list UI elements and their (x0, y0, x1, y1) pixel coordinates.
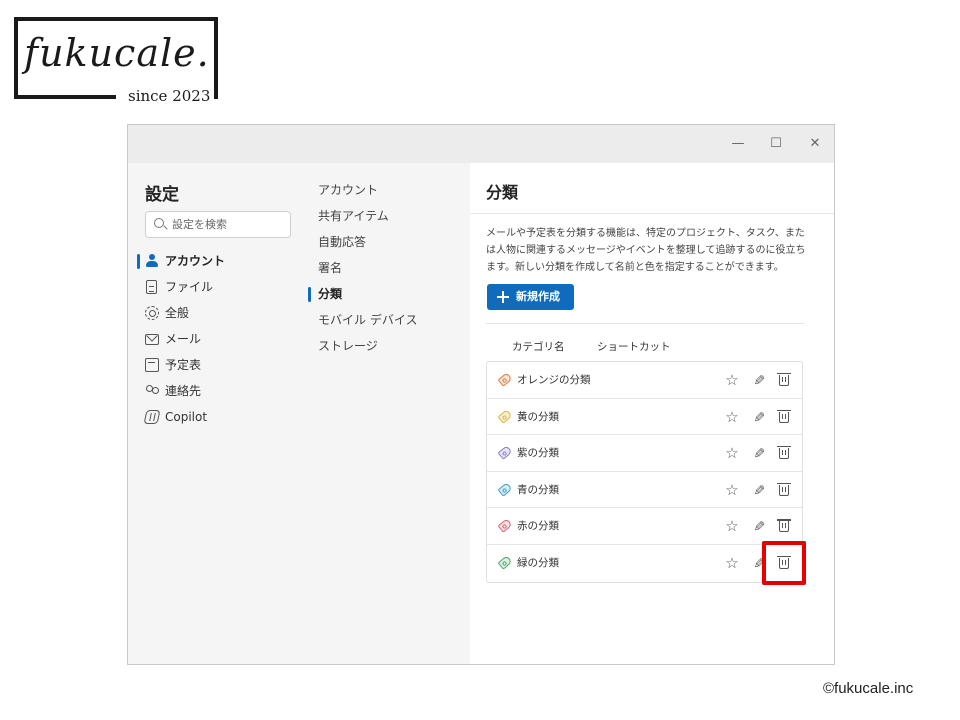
new-category-label: 新規作成 (516, 290, 560, 303)
subnav-item-auto-reply[interactable]: 自動応答 (308, 229, 468, 255)
person-icon (145, 254, 159, 268)
category-row: 黄の分類 ☆ ✎ (487, 399, 802, 436)
categories-pane: 分類 メールや予定表を分類する機能は、特定のプロジェクト、タスク、または人物に関… (470, 163, 834, 664)
subnav-item-shared[interactable]: 共有アイテム (308, 203, 468, 229)
account-subnav: アカウント 共有アイテム 自動応答 署名 分類 モバイル デバイス ストレージ (308, 177, 468, 359)
nav-item-label: 全般 (165, 306, 190, 320)
delete-icon[interactable] (776, 372, 792, 388)
category-row: 紫の分類 ☆ ✎ (487, 435, 802, 472)
search-input[interactable] (172, 212, 288, 237)
subnav-item-categories[interactable]: 分類 (308, 281, 468, 307)
nav-item-label: 予定表 (165, 358, 202, 372)
star-icon[interactable]: ☆ (724, 482, 740, 498)
category-list: オレンジの分類 ☆ ✎ 黄の分類 ☆ ✎ 紫の分類 ☆ ✎ 青の分類 ☆ ✎ 赤… (486, 361, 803, 583)
edit-icon[interactable]: ✎ (750, 518, 766, 534)
category-row: 緑の分類 ☆ ✎ (487, 545, 802, 582)
category-label: 黄の分類 (517, 410, 559, 423)
mail-icon (145, 334, 159, 345)
nav-item-label: ファイル (165, 280, 214, 294)
settings-nav: アカウント ファイル 全般 メール 予定表 連絡先 Copilot (128, 248, 298, 430)
column-header-name: カテゴリ名 (512, 341, 565, 353)
subnav-item-signature[interactable]: 署名 (308, 255, 468, 281)
tag-icon (497, 445, 513, 460)
delete-highlight-box (762, 541, 806, 585)
calendar-icon (145, 358, 159, 372)
category-row: オレンジの分類 ☆ ✎ (487, 362, 802, 399)
nav-item-account[interactable]: アカウント (128, 248, 298, 274)
nav-item-label: Copilot (165, 410, 208, 424)
star-icon[interactable]: ☆ (724, 555, 740, 571)
delete-icon[interactable] (776, 409, 792, 425)
category-row: 青の分類 ☆ ✎ (487, 472, 802, 509)
pane-description: メールや予定表を分類する機能は、特定のプロジェクト、タスク、または人物に関連する… (486, 228, 806, 273)
file-icon (146, 280, 157, 294)
star-icon[interactable]: ☆ (724, 518, 740, 534)
logo-script-text: fukucale. (24, 31, 210, 75)
nav-item-copilot[interactable]: Copilot (128, 404, 298, 430)
divider (486, 323, 804, 324)
people-icon (145, 384, 159, 398)
logo-since-text: since 2023 (124, 87, 215, 105)
edit-icon[interactable]: ✎ (750, 409, 766, 425)
star-icon[interactable]: ☆ (724, 372, 740, 388)
trash-shape (777, 446, 791, 460)
edit-icon[interactable]: ✎ (750, 372, 766, 388)
subnav-item-account[interactable]: アカウント (308, 177, 468, 203)
nav-item-label: メール (165, 332, 202, 346)
settings-window: — ☐ ✕ 設定 アカウント ファイル 全般 メール 予定表 連 (127, 124, 835, 665)
delete-icon[interactable] (776, 445, 792, 461)
trash-shape (777, 482, 791, 496)
nav-item-contacts[interactable]: 連絡先 (128, 378, 298, 404)
gear-icon (145, 306, 159, 320)
delete-icon[interactable] (776, 482, 792, 498)
category-label: 紫の分類 (517, 447, 559, 460)
trash-shape (777, 409, 791, 423)
maximize-button[interactable]: ☐ (766, 135, 786, 153)
star-icon[interactable]: ☆ (724, 445, 740, 461)
nav-item-files[interactable]: ファイル (128, 274, 298, 300)
category-label: 青の分類 (517, 483, 559, 496)
nav-item-label: アカウント (165, 254, 226, 268)
close-button[interactable]: ✕ (805, 135, 825, 153)
tag-icon (497, 408, 513, 424)
category-label: 緑の分類 (517, 556, 559, 569)
trash-shape (777, 519, 791, 533)
tag-icon (497, 555, 513, 570)
column-header-shortcut: ショートカット (597, 341, 671, 353)
nav-item-general[interactable]: 全般 (128, 300, 298, 326)
title-bar: — ☐ ✕ (128, 125, 834, 163)
edit-icon[interactable]: ✎ (750, 445, 766, 461)
nav-item-mail[interactable]: メール (128, 326, 298, 352)
brand-logo: fukucale. since 2023 (14, 17, 218, 105)
nav-item-calendar[interactable]: 予定表 (128, 352, 298, 378)
category-row: 赤の分類 ☆ ✎ (487, 508, 802, 545)
category-label: オレンジの分類 (517, 374, 591, 386)
subnav-item-mobile-devices[interactable]: モバイル デバイス (308, 307, 468, 333)
tag-icon (497, 481, 513, 497)
pane-title: 分類 (486, 183, 519, 202)
minimize-button[interactable]: — (728, 135, 748, 153)
search-icon (154, 218, 164, 228)
plus-icon (497, 291, 509, 303)
tag-icon (497, 372, 513, 387)
trash-shape (777, 373, 791, 386)
category-label: 赤の分類 (517, 520, 559, 533)
settings-title: 設定 (145, 185, 179, 205)
nav-item-label: 連絡先 (165, 384, 202, 398)
settings-search[interactable] (145, 211, 291, 238)
delete-icon[interactable] (776, 518, 792, 534)
subnav-item-storage[interactable]: ストレージ (308, 333, 468, 359)
copilot-icon (143, 410, 161, 424)
new-category-button[interactable]: 新規作成 (487, 284, 574, 310)
copyright-text: ©fukucale.inc (823, 680, 914, 697)
edit-icon[interactable]: ✎ (750, 482, 766, 498)
divider (470, 213, 834, 214)
star-icon[interactable]: ☆ (724, 409, 740, 425)
tag-icon (497, 518, 513, 534)
